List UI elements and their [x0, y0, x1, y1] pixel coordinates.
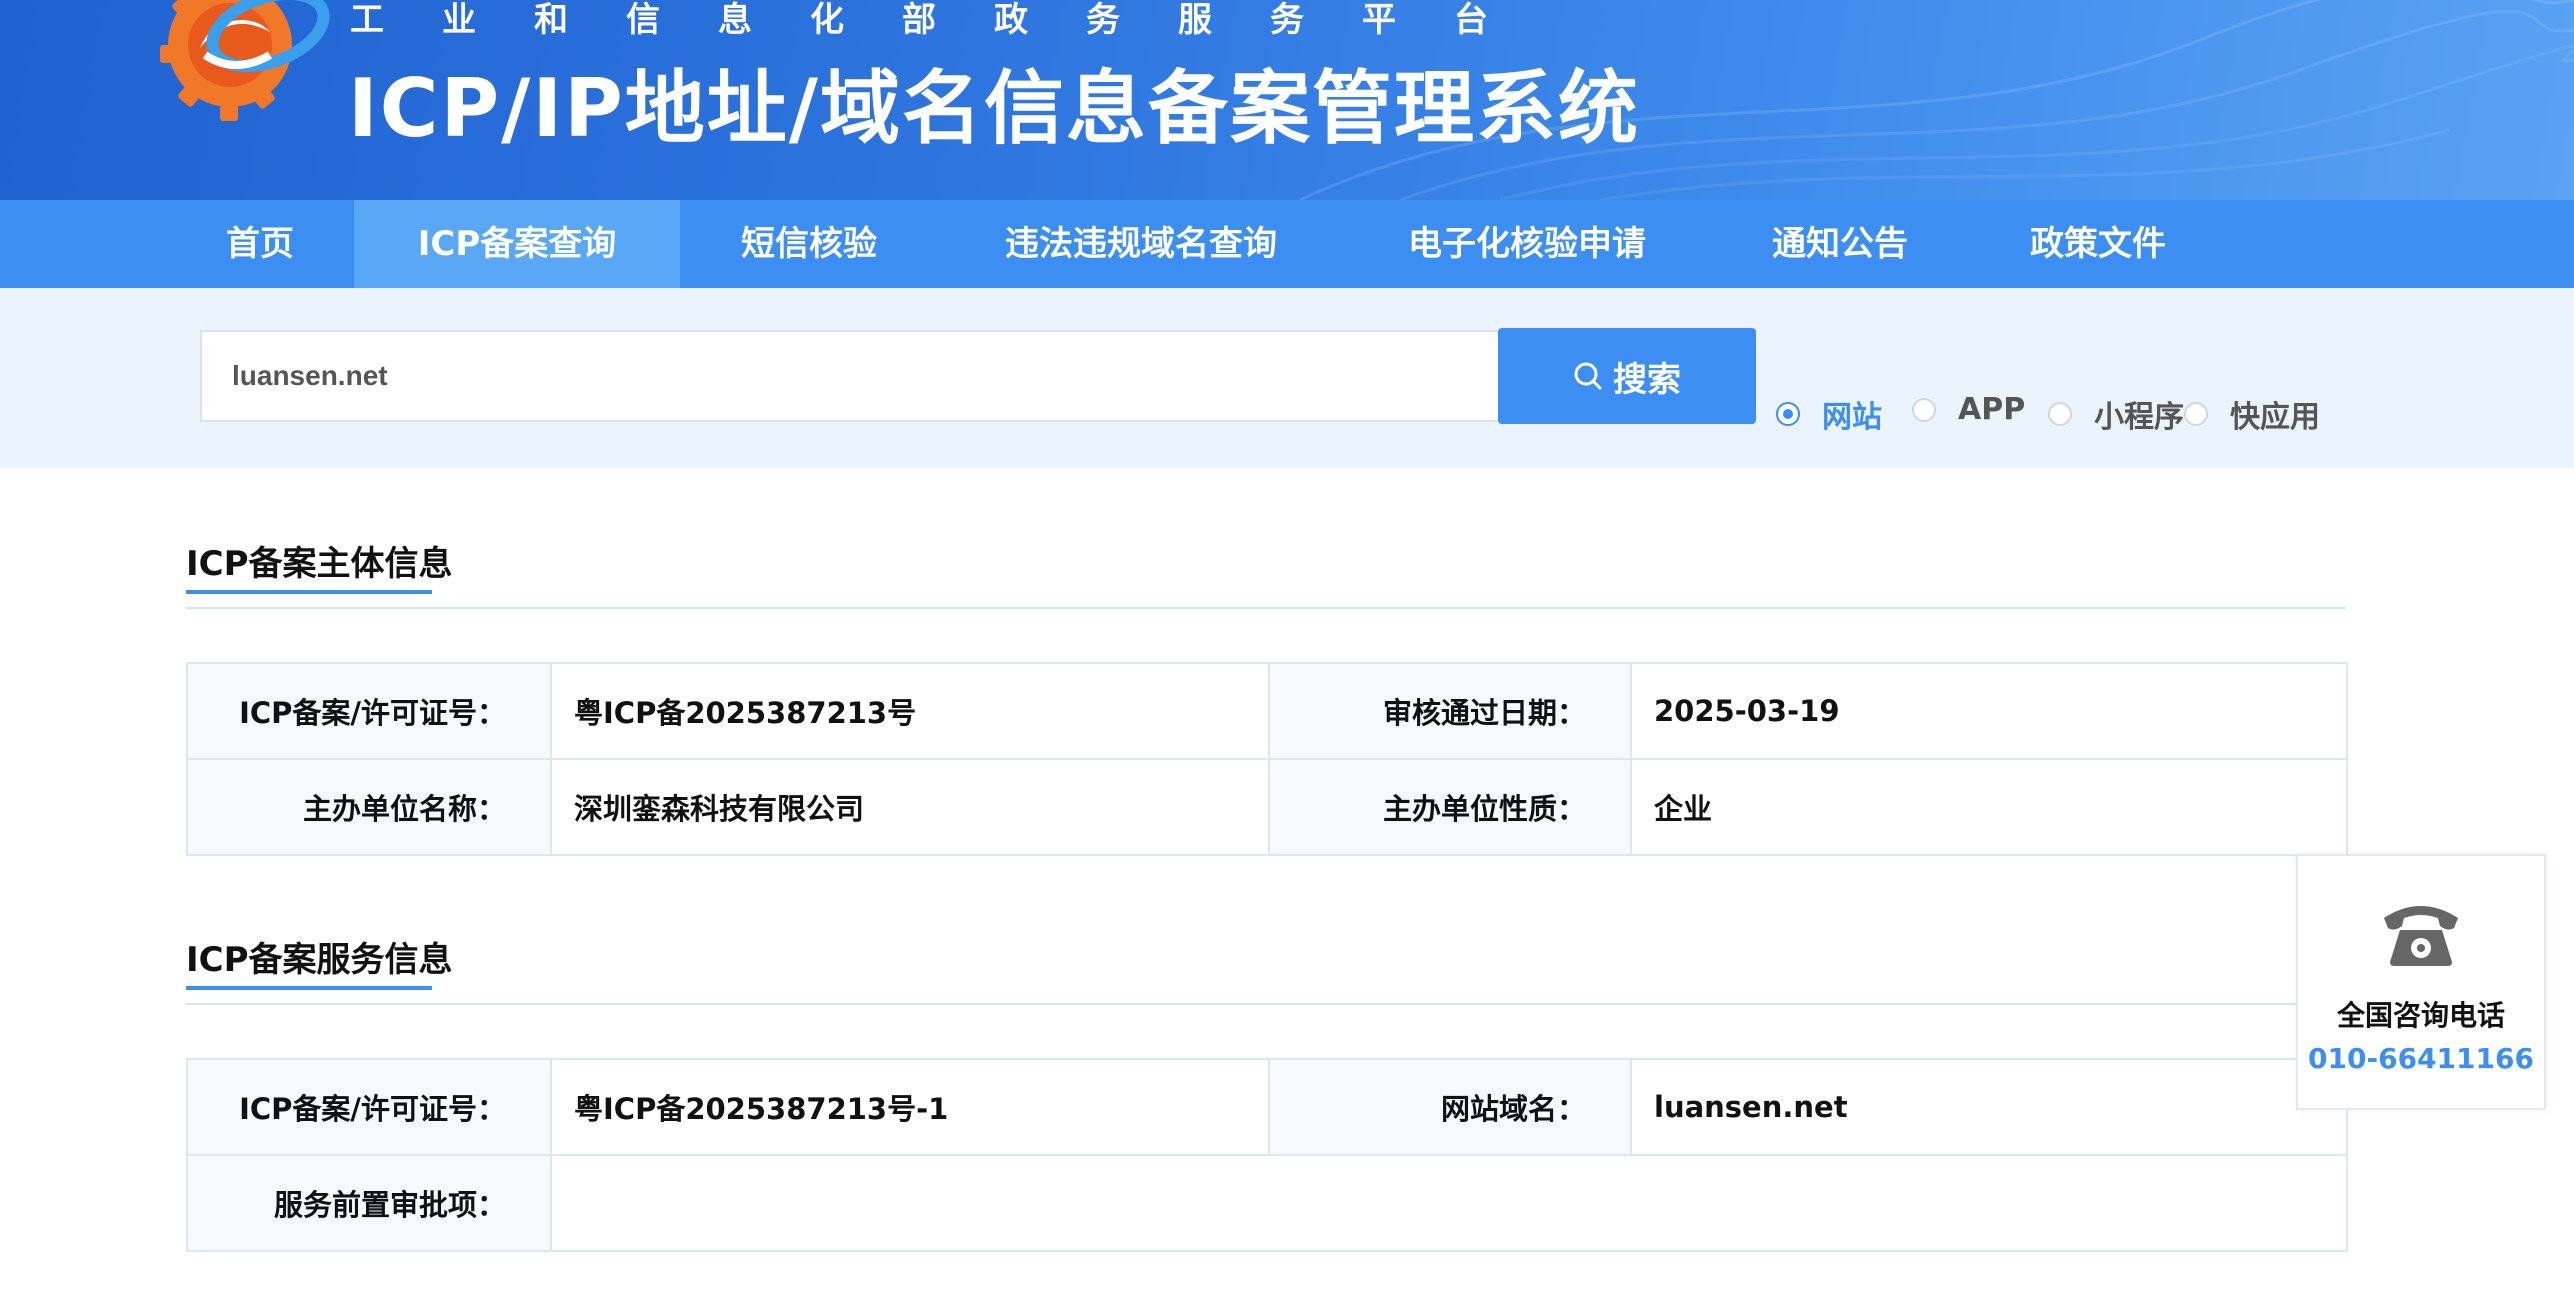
- radio-quick-app[interactable]: 快应用: [2184, 392, 2320, 436]
- search-button[interactable]: 搜索: [1498, 328, 1756, 424]
- contact-label: 全国咨询电话: [2336, 999, 2505, 1032]
- value-license-number: 粤ICP备2025387213号: [550, 662, 1270, 760]
- label-pre-approval-items: 服务前置审批项：: [186, 1154, 552, 1252]
- search-area: 搜索 网站 APP 小程序 快应用: [0, 288, 2574, 468]
- subject-info-underline: [186, 590, 432, 594]
- subject-info-title: ICP备案主体信息: [186, 544, 453, 584]
- table-row: 服务前置审批项：: [186, 1154, 2348, 1252]
- label-approval-date: 审核通过日期：: [1268, 662, 1632, 760]
- system-title: ICP/IP地址/域名信息备案管理系统: [348, 62, 1640, 155]
- nav-item-sms-verify[interactable]: 短信核验: [700, 200, 918, 288]
- radio-dot-icon: [1912, 397, 1936, 422]
- radio-label: 小程序: [2094, 400, 2184, 435]
- subject-info-table: ICP备案/许可证号： 粤ICP备2025387213号 审核通过日期： 202…: [186, 662, 2348, 856]
- header-banner: 工业和信息化部政务服务平台 ICP/IP地址/域名信息备案管理系统: [0, 0, 2574, 200]
- nav-item-illegal-domain-query[interactable]: 违法违规域名查询: [972, 200, 1310, 288]
- table-row: 主办单位名称： 深圳銮森科技有限公司 主办单位性质： 企业: [186, 758, 2348, 856]
- value-organizer-type: 企业: [1630, 758, 2348, 856]
- value-service-license-number: 粤ICP备2025387213号-1: [550, 1058, 1270, 1156]
- nav-item-home[interactable]: 首页: [186, 200, 334, 288]
- service-info-divider: [186, 1003, 2346, 1005]
- label-organizer-type: 主办单位性质：: [1268, 758, 1632, 856]
- contact-floating-panel[interactable]: 全国咨询电话 010-66411166: [2296, 854, 2546, 1110]
- subject-info-divider: [186, 607, 2346, 609]
- e-gear-logo-icon: [160, 0, 330, 121]
- service-info-underline: [186, 986, 432, 990]
- value-website-domain: luansen.net: [1630, 1058, 2348, 1156]
- nav-item-notices[interactable]: 通知公告: [1748, 200, 1932, 288]
- search-button-label: 搜索: [1613, 359, 1681, 400]
- value-pre-approval-items: [550, 1154, 2348, 1252]
- nav-item-e-verify-apply[interactable]: 电子化核验申请: [1372, 200, 1682, 288]
- label-organizer-name: 主办单位名称：: [186, 758, 552, 856]
- value-approval-date: 2025-03-19: [1630, 662, 2348, 760]
- radio-label: 快应用: [2230, 400, 2320, 435]
- label-website-domain: 网站域名：: [1268, 1058, 1632, 1156]
- radio-app[interactable]: APP: [1912, 392, 2025, 427]
- main-nav: 首页 ICP备案查询 短信核验 违法违规域名查询 电子化核验申请 通知公告 政策…: [0, 200, 2574, 288]
- service-info-table: ICP备案/许可证号： 粤ICP备2025387213号-1 网站域名： lua…: [186, 1058, 2348, 1252]
- radio-dot-icon: [2184, 402, 2208, 426]
- radio-label: 网站: [1822, 400, 1882, 435]
- radio-label: APP: [1958, 392, 2026, 427]
- telephone-icon: [2384, 906, 2458, 966]
- nav-item-icp-query[interactable]: ICP备案查询: [354, 200, 680, 288]
- table-row: ICP备案/许可证号： 粤ICP备2025387213号-1 网站域名： lua…: [186, 1058, 2348, 1156]
- service-info-title: ICP备案服务信息: [186, 940, 453, 980]
- contact-phone-number[interactable]: 010-66411166: [2298, 1042, 2544, 1075]
- radio-dot-icon: [1776, 402, 1800, 426]
- search-icon: [1574, 362, 1602, 390]
- radio-mini-program[interactable]: 小程序: [2048, 392, 2184, 436]
- table-row: ICP备案/许可证号： 粤ICP备2025387213号 审核通过日期： 202…: [186, 662, 2348, 760]
- radio-dot-icon: [2048, 402, 2072, 426]
- label-service-license-number: ICP备案/许可证号：: [186, 1058, 552, 1156]
- search-input[interactable]: [200, 330, 1498, 422]
- radio-website[interactable]: 网站: [1776, 392, 1882, 436]
- label-license-number: ICP备案/许可证号：: [186, 662, 552, 760]
- platform-name: 工业和信息化部政务服务平台: [350, 0, 1546, 40]
- nav-item-policy-docs[interactable]: 政策文件: [2006, 200, 2190, 288]
- value-organizer-name: 深圳銮森科技有限公司: [550, 758, 1270, 856]
